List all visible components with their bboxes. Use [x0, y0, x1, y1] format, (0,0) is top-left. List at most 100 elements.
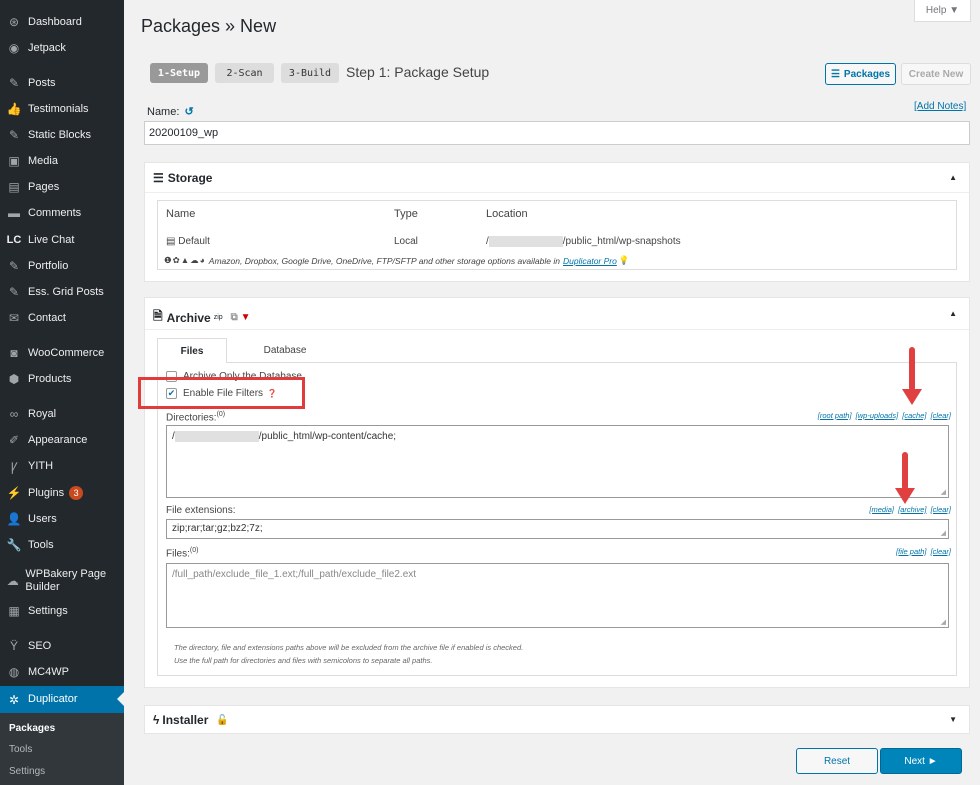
products-icon: ⬢: [8, 372, 20, 386]
sidebar-item-settings[interactable]: ▦ Settings: [0, 598, 124, 624]
settings-icon: ▦: [8, 604, 20, 618]
sidebar-item-dashboard[interactable]: ⊛ Dashboard: [0, 9, 124, 35]
pin-icon: ✎: [8, 128, 20, 142]
files-quick-links: [file path] [clear]: [894, 547, 951, 556]
archive-head-icons: ⧉ ▼: [231, 312, 251, 323]
database-icon: ☰: [153, 171, 164, 185]
server-icon: ▤: [166, 236, 176, 247]
sidebar-item-users[interactable]: 👤 Users: [0, 506, 124, 532]
sidebar-item-woocommerce[interactable]: ◙ WooCommerce: [0, 340, 124, 366]
collapse-icon[interactable]: ▲: [949, 309, 957, 318]
cloud-providers-icon: ❶✿▲☁◕: [164, 255, 206, 265]
sidebar-item-label: Users: [28, 512, 57, 525]
files-textarea[interactable]: /full_path/exclude_file_1.ext;/full_path…: [166, 563, 949, 628]
lock-icon: 🔓: [216, 714, 229, 726]
sidebar-item-seo[interactable]: Ÿ SEO: [0, 633, 124, 659]
file-path-link[interactable]: [file path]: [896, 547, 926, 556]
create-new-button[interactable]: Create New: [901, 63, 971, 85]
directories-label-text: Directories:: [166, 412, 217, 424]
tab-database[interactable]: Database: [245, 338, 325, 363]
reset-button[interactable]: Reset: [796, 748, 878, 774]
installer-panel-header[interactable]: ϟ Installer 🔓 ▼: [145, 706, 969, 736]
brush-icon: ✐: [8, 433, 20, 447]
sidebar-item-royal[interactable]: ∞ Royal: [0, 401, 124, 427]
storage-default-label: Default: [178, 236, 210, 247]
sidebar-item-ess-grid-posts[interactable]: ✎ Ess. Grid Posts: [0, 279, 124, 305]
add-notes-link[interactable]: [Add Notes]: [914, 101, 966, 112]
yith-icon: Ꝩ: [10, 459, 18, 474]
sidebar-item-appearance[interactable]: ✐ Appearance: [0, 427, 124, 453]
files-count: (0): [189, 547, 199, 554]
sidebar-item-label: Pages: [28, 180, 60, 193]
step-2-scan: 2-Scan: [215, 63, 274, 83]
sidebar-item-static-blocks[interactable]: ✎ Static Blocks: [0, 122, 124, 148]
storage-panel-header[interactable]: ☰ Storage ▲: [145, 163, 969, 193]
file-extensions-value: zip;rar;tar;gz;bz2;7z;: [172, 523, 263, 534]
cache-link[interactable]: [cache]: [902, 411, 926, 420]
clear-files-link[interactable]: [clear]: [931, 547, 951, 556]
sidebar-item-portfolio[interactable]: ✎ Portfolio: [0, 253, 124, 279]
sidebar-item-pages[interactable]: ▤ Pages: [0, 174, 124, 200]
livechat-logo-icon: LC: [6, 234, 22, 246]
sidebar-item-yith[interactable]: Ꝩ YITH: [0, 453, 124, 479]
red-arrow-icon: [902, 347, 922, 411]
clear-extensions-link[interactable]: [clear]: [931, 505, 951, 514]
installer-title-text: Installer: [162, 713, 209, 727]
sidebar-item-duplicator[interactable]: ✲ Duplicator: [0, 686, 124, 713]
sidebar-item-products[interactable]: ⬢ Products: [0, 366, 124, 392]
sidebar-item-label: Media: [28, 154, 58, 167]
collapse-icon[interactable]: ▲: [949, 173, 957, 182]
sidebar-item-label: SEO: [28, 639, 52, 652]
tab-files[interactable]: Files: [157, 338, 227, 363]
sidebar-item-label: WPBakery Page Builder: [25, 568, 107, 593]
resize-grip-icon[interactable]: ◢: [941, 529, 946, 537]
sidebar-item-mc4wp[interactable]: ◍ MC4WP: [0, 659, 124, 685]
root-path-link[interactable]: [root path]: [818, 411, 852, 420]
sidebar-item-label: Static Blocks: [28, 128, 91, 141]
resize-grip-icon[interactable]: ◢: [941, 618, 946, 626]
submenu-tools[interactable]: Tools: [9, 744, 32, 755]
woocommerce-icon: ◙: [10, 346, 18, 360]
sidebar-item-contact[interactable]: ✉ Contact: [0, 305, 124, 331]
undo-icon[interactable]: ↺: [184, 106, 193, 118]
submenu-settings[interactable]: Settings: [9, 766, 45, 777]
package-name-input[interactable]: [144, 121, 970, 145]
directories-textarea[interactable]: //public_html/wp-content/cache; ◢: [166, 425, 949, 498]
expand-icon[interactable]: ▼: [949, 715, 957, 724]
archive-format: zip: [213, 314, 223, 321]
duplicator-icon: ✲: [8, 692, 20, 707]
sidebar-item-label: Plugins: [28, 486, 65, 499]
step-1-setup: 1-Setup: [150, 63, 208, 83]
sidebar-item-posts[interactable]: ✎ Posts: [0, 70, 124, 96]
sidebar-item-jetpack[interactable]: ◉ Jetpack: [0, 35, 124, 61]
archive-panel-header[interactable]: 🗎 Archive zip ⧉ ▼ ▲: [145, 298, 969, 330]
submenu-packages[interactable]: Packages: [9, 723, 55, 734]
sidebar-item-live-chat[interactable]: LC Live Chat: [0, 227, 124, 253]
step-3-build: 3-Build: [281, 63, 339, 83]
comments-icon: ▬: [8, 206, 20, 220]
wp-uploads-link[interactable]: [wp-uploads]: [856, 411, 899, 420]
file-zip-icon: 🗎: [153, 309, 163, 323]
help-tab-button[interactable]: Help ▼: [914, 0, 971, 22]
sidebar-item-plugins[interactable]: ⚡ Plugins 3: [0, 480, 124, 506]
highlight-annotation-box: [138, 377, 305, 409]
pin-icon: ✎: [8, 259, 20, 273]
sidebar-item-label: Settings: [28, 604, 68, 617]
file-extensions-input[interactable]: zip;rar;tar;gz;bz2;7z; ◢: [166, 519, 949, 539]
update-count-badge: 3: [69, 486, 84, 500]
clear-directories-link[interactable]: [clear]: [931, 411, 951, 420]
sidebar-item-wpbakery-page-builder[interactable]: ☁ WPBakery Page Builder: [0, 565, 124, 597]
media-link[interactable]: [media]: [869, 505, 894, 514]
next-button[interactable]: Next ►: [880, 748, 962, 774]
plug-icon: ⚡: [6, 486, 22, 500]
sidebar-item-testimonials[interactable]: 👍 Testimonials: [0, 96, 124, 122]
packages-button[interactable]: ☰ Packages: [825, 63, 896, 85]
resize-grip-icon[interactable]: ◢: [941, 488, 946, 496]
archive-title-text: Archive: [166, 310, 211, 325]
sidebar-item-media[interactable]: ▣ Media: [0, 148, 124, 174]
duplicator-pro-link[interactable]: Duplicator Pro: [563, 256, 617, 266]
storage-table: Name Type Location ▤ Default Local //pub…: [157, 200, 957, 270]
sidebar-item-tools[interactable]: 🔧 Tools: [0, 532, 124, 558]
directories-quick-links: [root path] [wp-uploads] [cache] [clear]: [816, 411, 951, 420]
sidebar-item-comments[interactable]: ▬ Comments: [0, 200, 124, 226]
